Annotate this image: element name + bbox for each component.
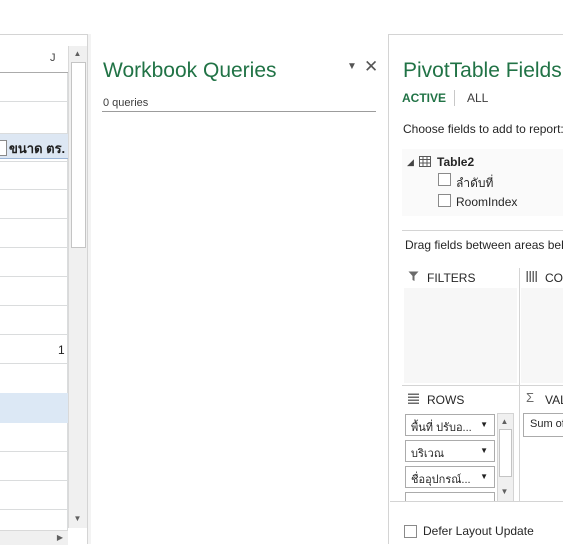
- rows-icon: [408, 393, 419, 404]
- scroll-up-arrow-icon[interactable]: ▲: [71, 47, 84, 60]
- horizontal-scrollbar[interactable]: ▶: [0, 530, 68, 545]
- tab-active[interactable]: ACTIVE: [402, 91, 446, 105]
- value-field-pill[interactable]: Sum of: [523, 413, 563, 437]
- ribbon-area: [0, 0, 563, 35]
- chevron-down-icon[interactable]: ▼: [480, 446, 488, 455]
- chevron-down-icon[interactable]: ▼: [480, 472, 488, 481]
- table-name[interactable]: Table2: [437, 155, 474, 169]
- close-icon[interactable]: ✕: [364, 57, 378, 77]
- columns-drop-zone[interactable]: [521, 288, 563, 383]
- scroll-down-arrow-icon[interactable]: ▼: [498, 485, 511, 498]
- sigma-icon: Σ: [526, 390, 535, 405]
- columns-area-label: COLUMNS: [545, 271, 563, 285]
- filter-icon: [408, 271, 419, 281]
- table-header-cell[interactable]: ขนาด ตร.: [9, 138, 65, 159]
- filters-drop-zone[interactable]: [404, 288, 517, 383]
- filters-area-label: FILTERS: [427, 271, 476, 285]
- filter-dropdown-button[interactable]: [0, 140, 7, 156]
- caret-down-icon[interactable]: ▼: [347, 61, 357, 72]
- pane-divider: [388, 34, 389, 544]
- row-field-pill[interactable]: ชื่ออุปกรณ์... ▼: [405, 466, 495, 488]
- area-divider: [402, 385, 563, 386]
- scroll-up-arrow-icon[interactable]: ▲: [498, 415, 511, 428]
- table-icon: [419, 156, 431, 167]
- divider: [402, 230, 563, 231]
- values-area-label: VALUES: [545, 393, 563, 407]
- row-field-label: พื้นที่ ปรับอ...: [411, 422, 472, 434]
- chevron-down-icon[interactable]: ▼: [480, 420, 488, 429]
- field-checkbox[interactable]: [438, 194, 451, 207]
- vertical-scroll-thumb[interactable]: [71, 62, 86, 248]
- divider: [390, 501, 563, 502]
- cell-value[interactable]: 1: [58, 343, 65, 357]
- selected-row-highlight: [0, 393, 68, 423]
- scroll-right-arrow-icon[interactable]: ▶: [54, 531, 66, 544]
- collapse-arrow-icon[interactable]: ◢: [407, 157, 414, 168]
- workbook-queries-title: Workbook Queries: [103, 59, 277, 82]
- divider: [102, 111, 376, 112]
- field-label[interactable]: RoomIndex: [456, 195, 517, 209]
- pivottable-fields-title: PivotTable Fields: [403, 59, 562, 82]
- rows-area-label: ROWS: [427, 393, 465, 407]
- row-field-pill[interactable]: [405, 492, 495, 501]
- row-field-pill[interactable]: บริเวณ ▼: [405, 440, 495, 462]
- drag-fields-label: Drag fields between areas below:: [405, 238, 563, 252]
- tab-divider: [454, 90, 455, 106]
- row-field-label: ชื่ออุปกรณ์...: [411, 474, 471, 486]
- tab-all[interactable]: ALL: [467, 91, 488, 105]
- worksheet-grid[interactable]: [0, 46, 68, 544]
- defer-layout-label[interactable]: Defer Layout Update: [423, 524, 534, 538]
- field-checkbox[interactable]: [438, 173, 451, 186]
- field-label[interactable]: ลำดับที่: [456, 174, 493, 193]
- column-header[interactable]: [0, 46, 68, 73]
- value-field-label: Sum of: [530, 418, 563, 430]
- row-field-label: บริเวณ: [411, 448, 445, 460]
- queries-count: 0 queries: [103, 97, 149, 109]
- columns-icon: [526, 271, 537, 282]
- scroll-down-arrow-icon[interactable]: ▼: [71, 512, 84, 525]
- defer-layout-checkbox[interactable]: [404, 525, 417, 538]
- rows-scroll-thumb[interactable]: [499, 429, 512, 477]
- choose-fields-label: Choose fields to add to report:: [403, 122, 563, 136]
- column-letter: J: [50, 52, 56, 64]
- row-field-pill[interactable]: พื้นที่ ปรับอ... ▼: [405, 414, 495, 436]
